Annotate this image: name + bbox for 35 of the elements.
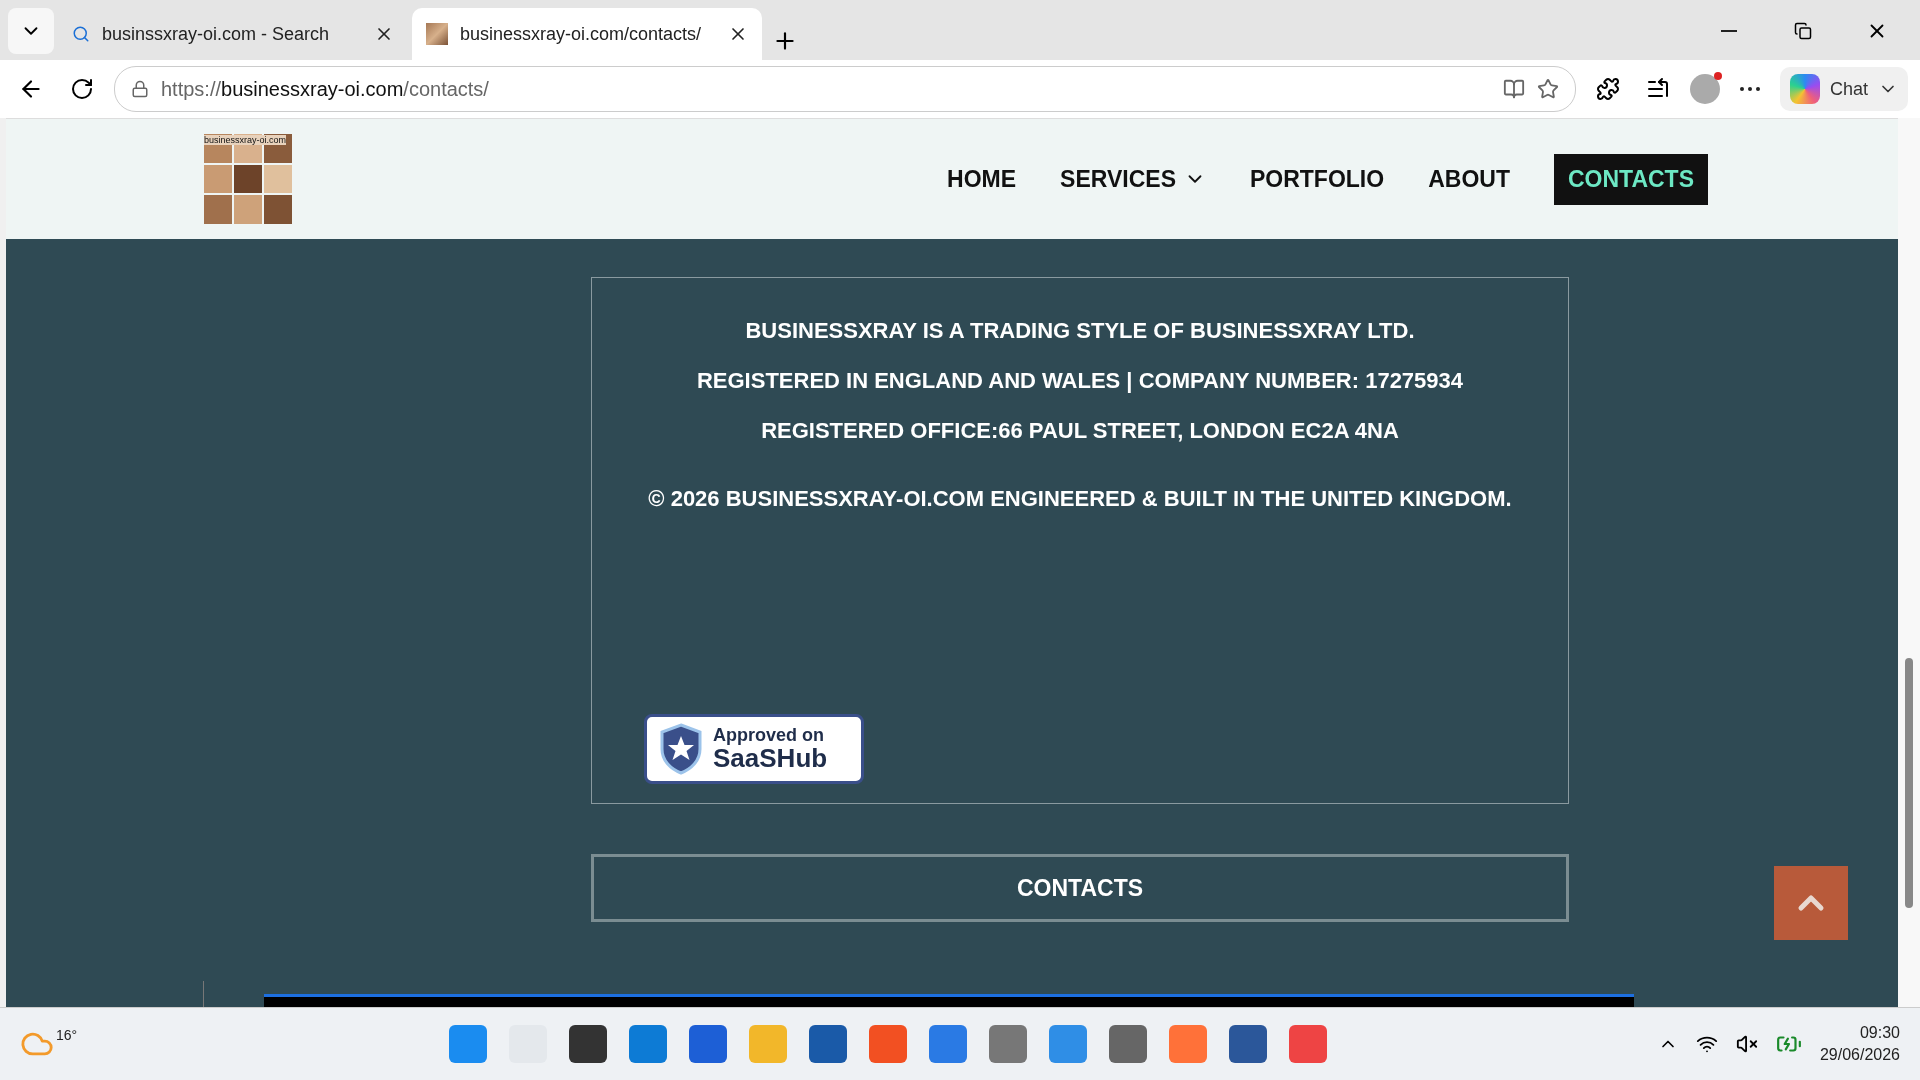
- lock-icon: [131, 80, 149, 98]
- favicon-icon: [426, 23, 448, 45]
- star-icon[interactable]: [1536, 78, 1559, 100]
- scroll-top-button[interactable]: [1774, 866, 1848, 940]
- browser-tab[interactable]: businessxray-oi.com/contacts/: [412, 8, 762, 60]
- footer-text: REGISTERED IN ENGLAND AND WALES | COMPANY NUMBER: 17275934: [696, 368, 1464, 394]
- mute-icon[interactable]: [1735, 1033, 1758, 1055]
- clock[interactable]: 09:30 29/06/2026: [1819, 1024, 1900, 1064]
- footer-text: BUSINESSXRAY IS A TRADING STYLE OF BUSINESSXRAY LTD.: [745, 318, 1415, 344]
- minimize-icon: [1721, 30, 1737, 32]
- contacts-button[interactable]: CONTACTS: [591, 854, 1569, 922]
- address-field[interactable]: https://businessxray-oi.com/contacts/: [114, 66, 1576, 112]
- reader-icon[interactable]: [1502, 78, 1525, 100]
- browser-tab[interactable]: businssxray-oi.com - Search: [58, 8, 408, 60]
- scrollbar[interactable]: [1898, 118, 1920, 1007]
- restore-icon: [1794, 22, 1812, 40]
- more-icon: [1739, 87, 1760, 91]
- puzzle-icon: [1595, 77, 1620, 101]
- saashub-badge[interactable]: Approved on SaaSHub: [644, 714, 864, 784]
- nav-link[interactable]: PORTFOLIO: [1250, 165, 1385, 193]
- nav-link[interactable]: CONTACTS: [1553, 153, 1708, 205]
- footer-text: REGISTERED OFFICE:66 PAUL STREET, LONDON EC2A 4NA: [761, 418, 1399, 444]
- nav-link[interactable]: HOME: [947, 165, 1017, 193]
- reload-icon: [70, 77, 94, 101]
- tab-title: businessxray-oi.com/contacts/: [460, 23, 703, 45]
- logo-image[interactable]: businessxray-oi.com: [204, 134, 292, 224]
- chat-button[interactable]: Chat: [1779, 67, 1908, 111]
- shield-star-icon: [659, 723, 703, 775]
- copyright-text: © 2026 BUSINESSXRAY-OI.COM ENGINEERED & BUILT IN THE UNITED KINGDOM.: [648, 486, 1512, 512]
- chat-logo-icon: [1789, 74, 1820, 104]
- weather-widget[interactable]: 16°: [20, 1027, 78, 1061]
- tab-title: businssxray-oi.com - Search: [102, 23, 331, 45]
- profile-avatar[interactable]: [1689, 74, 1720, 104]
- nav-link[interactable]: SERVICES: [1060, 165, 1206, 193]
- nav-link[interactable]: ABOUT: [1428, 165, 1510, 193]
